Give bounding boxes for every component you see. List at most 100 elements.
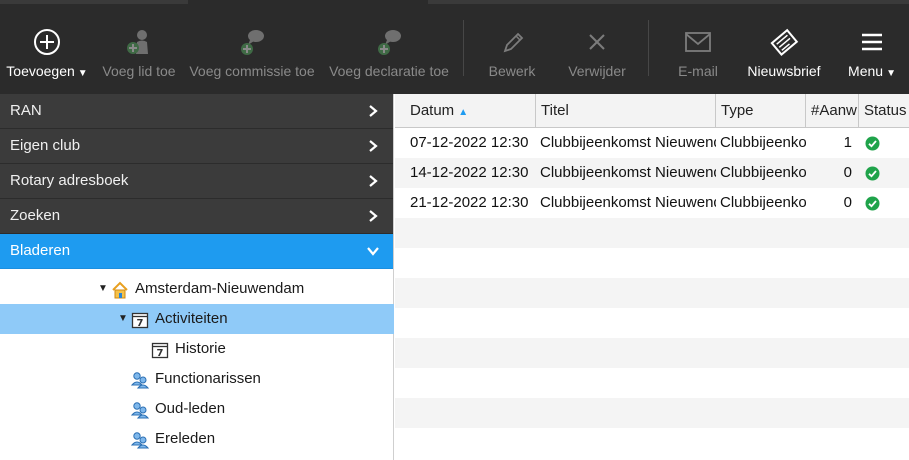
column-header-attendance[interactable]: #Aanw: [806, 94, 859, 128]
chevron-right-icon: [369, 105, 378, 117]
calendar-icon: 7: [131, 312, 149, 329]
add-declaration-label: Voeg declaratie toe: [329, 63, 449, 79]
active-tab-gap: [188, 0, 428, 4]
cell-count: 0: [843, 164, 852, 181]
column-label: Type: [721, 102, 754, 119]
newsletter-label: Nieuwsbrief: [747, 63, 821, 79]
add-declaration-button[interactable]: Voeg declaratie toe: [329, 26, 449, 82]
accordion-eigen-club[interactable]: Eigen club: [0, 129, 393, 164]
hamburger-menu-icon: [862, 33, 882, 51]
email-button[interactable]: E-mail: [673, 26, 723, 82]
tree-node-history[interactable]: 7 Historie: [0, 334, 394, 364]
column-header-type[interactable]: Type: [716, 94, 806, 128]
empty-row: [395, 248, 909, 278]
empty-row: [395, 338, 909, 368]
accordion-label: Zoeken: [10, 207, 61, 224]
empty-row: [395, 428, 909, 460]
tree-node-label: Historie: [175, 340, 226, 357]
svg-text:7: 7: [137, 318, 144, 329]
cell-date: 14-12-2022 12:30: [410, 164, 529, 181]
users-icon: [131, 432, 149, 449]
calendar-icon: 7: [151, 342, 169, 359]
accordion-ran[interactable]: RAN: [0, 94, 393, 129]
email-label: E-mail: [678, 63, 718, 79]
tree-node-honorary-members[interactable]: Ereleden: [0, 424, 394, 454]
menu-caret-icon: ▼: [886, 68, 896, 79]
add-declaration-icon: [378, 30, 401, 55]
column-header-date[interactable]: Datum ▲: [395, 94, 536, 128]
envelope-icon: [685, 32, 711, 52]
chevron-down-icon: [367, 247, 379, 256]
svg-text:7: 7: [157, 348, 164, 359]
toolbar-divider: [648, 20, 649, 76]
table-row[interactable]: 07-12-2022 12:30 Clubbijeenkomst Nieuwen…: [395, 128, 909, 158]
close-icon: [589, 34, 605, 50]
tree-node-label: Ereleden: [155, 430, 216, 447]
column-header-status[interactable]: Status: [859, 94, 909, 128]
tree-node-activities[interactable]: ▼ 7 Activiteiten: [0, 304, 394, 334]
tree-node-officers[interactable]: Functionarissen: [0, 364, 394, 394]
accordion-zoeken[interactable]: Zoeken: [0, 199, 393, 234]
edit-label: Bewerk: [488, 63, 536, 79]
table-row[interactable]: 21-12-2022 12:30 Clubbijeenkomst Nieuwen…: [395, 188, 909, 218]
chevron-right-icon: [369, 140, 378, 152]
tree-node-label: Activiteiten: [155, 310, 228, 327]
check-circle-icon: [865, 136, 880, 151]
delete-button[interactable]: Verwijder: [564, 26, 630, 82]
toolbar: Toevoegen ▼ Voeg lid toe Voeg commissie t…: [0, 0, 909, 94]
add-label: Toevoegen: [6, 63, 75, 79]
newsletter-icon: [770, 28, 799, 56]
add-committee-label: Voeg commissie toe: [189, 63, 315, 79]
home-icon: [112, 281, 128, 299]
cell-title: Clubbijeenkomst Nieuwendam: [540, 194, 716, 211]
cell-type: Clubbijeenkomst: [720, 164, 806, 181]
tree-node-label: Oud-leden: [155, 400, 226, 417]
accordion-bladeren[interactable]: Bladeren: [0, 234, 393, 269]
tree-node-label: Functionarissen: [155, 370, 261, 387]
accordion-label: Rotary adresboek: [10, 172, 129, 189]
empty-row: [395, 278, 909, 308]
sort-ascending-icon: ▲: [458, 107, 469, 118]
chevron-right-icon: [369, 210, 378, 222]
cell-type: Clubbijeenkomst: [720, 194, 806, 211]
cell-type: Clubbijeenkomst: [720, 134, 806, 151]
table-row[interactable]: 14-12-2022 12:30 Clubbijeenkomst Nieuwen…: [395, 158, 909, 188]
accordion-label: RAN: [10, 102, 42, 119]
activities-grid: Datum ▲ Titel Type #Aanw Status 07-12-202…: [395, 94, 909, 460]
edit-button[interactable]: Bewerk: [484, 26, 540, 82]
grid-header: Datum ▲ Titel Type #Aanw Status: [395, 94, 909, 128]
pencil-icon: [503, 32, 524, 53]
add-committee-button[interactable]: Voeg commissie toe: [189, 26, 315, 82]
cell-date: 21-12-2022 12:30: [410, 194, 529, 211]
tree-node-club[interactable]: ▼ Amsterdam-Nieuwendam: [0, 274, 394, 304]
sidebar: RAN Eigen club Rotary adresboek Zoeken B…: [0, 94, 394, 460]
cell-count: 0: [843, 194, 852, 211]
top-tab-strip: [0, 0, 909, 4]
empty-row: [395, 398, 909, 428]
column-header-title[interactable]: Titel: [536, 94, 716, 128]
add-button[interactable]: Toevoegen ▼: [4, 26, 90, 82]
column-label: Datum: [410, 102, 455, 119]
expand-toggle-icon[interactable]: ▼: [98, 274, 108, 304]
menu-label: Menu: [848, 63, 884, 79]
cell-title: Clubbijeenkomst Nieuwendam: [540, 134, 716, 151]
delete-label: Verwijder: [568, 63, 626, 79]
add-committee-icon: [241, 30, 264, 55]
tree-node-former-members[interactable]: Oud-leden: [0, 394, 394, 424]
add-circle-icon: [34, 29, 60, 55]
newsletter-button[interactable]: Nieuwsbrief: [744, 26, 824, 82]
users-icon: [131, 402, 149, 419]
expand-toggle-icon[interactable]: ▼: [118, 304, 128, 334]
accordion-rotary-adresboek[interactable]: Rotary adresboek: [0, 164, 393, 199]
add-member-button[interactable]: Voeg lid toe: [102, 26, 176, 82]
add-member-icon: [127, 30, 148, 54]
toolbar-divider: [463, 20, 464, 76]
tree-node-label: Amsterdam-Nieuwendam: [135, 280, 305, 297]
menu-button[interactable]: Menu ▼: [842, 26, 902, 82]
cell-title: Clubbijeenkomst Nieuwendam: [540, 164, 716, 181]
cell-count: 1: [843, 134, 852, 151]
add-member-label: Voeg lid toe: [102, 63, 176, 79]
column-label: Status: [864, 102, 907, 119]
empty-row: [395, 308, 909, 338]
users-icon: [131, 372, 149, 389]
